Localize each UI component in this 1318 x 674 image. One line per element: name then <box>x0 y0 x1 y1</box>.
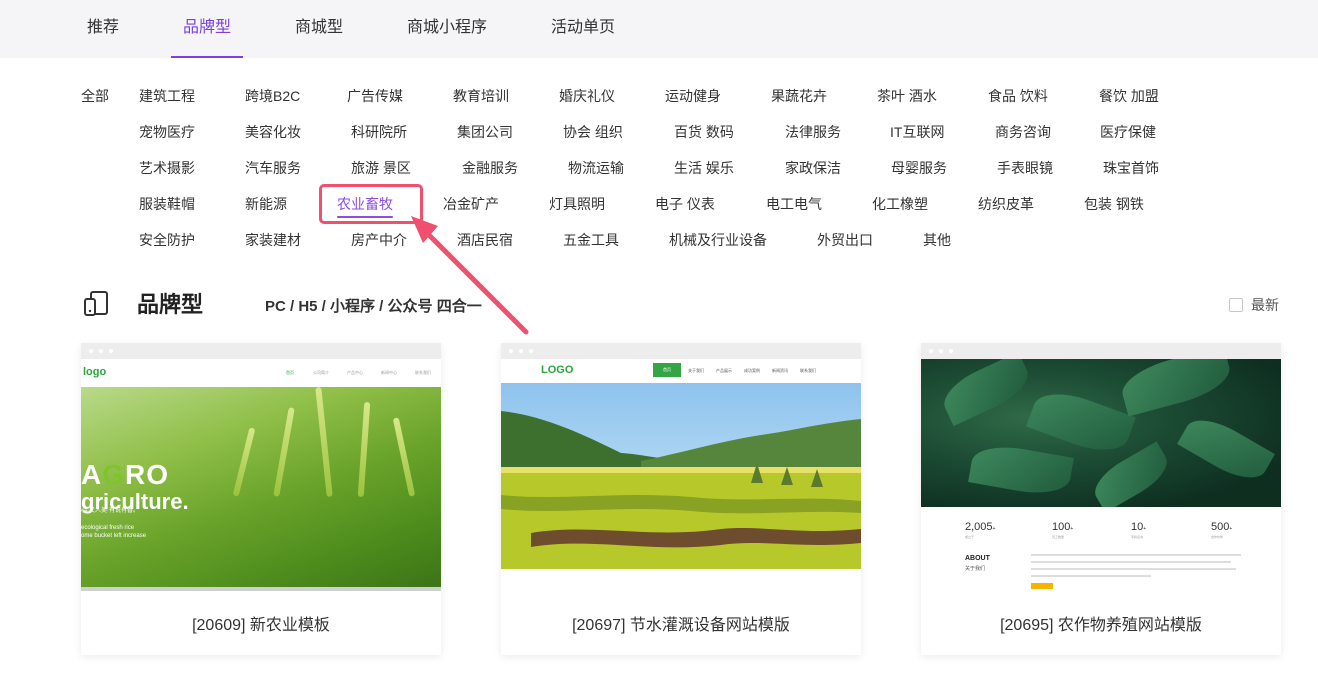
stat-item: 10+ 专利证书 <box>1131 521 1147 539</box>
category-item[interactable]: 科研院所 <box>351 123 407 141</box>
template-card[interactable]: logo 首页 公司简介 产品中心 新闻中心 联系我们 AGRO gricult… <box>81 343 441 655</box>
category-item[interactable]: 家装建材 <box>245 231 301 249</box>
category-item[interactable]: 母婴服务 <box>891 159 947 177</box>
sort-newest[interactable]: 最新 <box>1229 295 1279 315</box>
wheat-image: AGRO griculture. 心·又人美·有说有香。 ecological … <box>81 386 441 587</box>
template-caption[interactable]: [20697] 节水灌溉设备网站模版 <box>501 611 861 635</box>
category-item[interactable]: 其他 <box>923 231 951 249</box>
category-item[interactable]: 食品 饮料 <box>988 87 1048 105</box>
category-item[interactable]: 珠宝首饰 <box>1103 159 1159 177</box>
terraced-fields-image <box>501 383 861 569</box>
template-thumbnail: LOGO 首页 关于我们 产品展示 成功案例 新闻资讯 联系我们 <box>501 359 861 591</box>
category-item[interactable]: 包装 钢铁 <box>1084 195 1144 213</box>
category-item[interactable]: 商务咨询 <box>995 123 1051 141</box>
category-item[interactable]: 教育培训 <box>453 87 509 105</box>
category-item[interactable]: 艺术摄影 <box>139 159 195 177</box>
category-item[interactable]: IT互联网 <box>890 123 944 141</box>
template-caption[interactable]: [20609] 新农业模板 <box>81 611 441 635</box>
tab-mall[interactable]: 商城型 <box>295 0 343 58</box>
category-item[interactable]: 电子 仪表 <box>655 195 715 213</box>
category-item[interactable]: 百货 数码 <box>674 123 734 141</box>
category-all[interactable]: 全部 <box>81 87 109 105</box>
category-item[interactable]: 集团公司 <box>457 123 513 141</box>
category-item[interactable]: 外贸出口 <box>817 231 873 249</box>
tab-recommend[interactable]: 推荐 <box>87 0 119 58</box>
category-item[interactable]: 旅游 景区 <box>351 159 411 177</box>
tab-event-page[interactable]: 活动单页 <box>551 0 615 58</box>
category-item[interactable]: 婚庆礼仪 <box>559 87 615 105</box>
category-item[interactable]: 家政保洁 <box>785 159 841 177</box>
category-item[interactable]: 运动健身 <box>665 87 721 105</box>
stat-item: 500+ 合作伙伴 <box>1211 521 1233 539</box>
category-item[interactable]: 汽车服务 <box>245 159 301 177</box>
top-tab-bar: 推荐 品牌型 商城型 商城小程序 活动单页 <box>0 0 1318 58</box>
category-item[interactable]: 跨境B2C <box>245 87 300 105</box>
section-subtitle: PC / H5 / 小程序 / 公众号 四合一 <box>265 298 482 315</box>
section-title: 品牌型 <box>137 292 204 317</box>
devices-icon <box>84 291 108 316</box>
stat-item: 2,005+ 成立于 <box>965 521 996 539</box>
category-item[interactable]: 物流运输 <box>568 159 624 177</box>
category-item[interactable]: 冶金矿产 <box>443 195 499 213</box>
category-item[interactable]: 灯具照明 <box>549 195 605 213</box>
category-item[interactable]: 新能源 <box>245 195 287 213</box>
category-item[interactable]: 酒店民宿 <box>457 231 513 249</box>
browser-bar <box>81 343 441 359</box>
category-item[interactable]: 宠物医疗 <box>139 123 195 141</box>
category-item[interactable]: 医疗保健 <box>1100 123 1156 141</box>
stat-item: 100+ 员工数量 <box>1052 521 1074 539</box>
category-item[interactable]: 生活 娱乐 <box>674 159 734 177</box>
category-item[interactable]: 房产中介 <box>351 231 407 249</box>
sort-label: 最新 <box>1251 297 1279 313</box>
thumb-logo: LOGO <box>541 364 574 376</box>
category-item[interactable]: 金融服务 <box>462 159 518 177</box>
category-item[interactable]: 茶叶 酒水 <box>877 87 937 105</box>
sort-checkbox[interactable] <box>1229 298 1243 312</box>
browser-bar <box>921 343 1281 359</box>
category-item[interactable]: 果蔬花卉 <box>771 87 827 105</box>
category-item[interactable]: 化工橡塑 <box>872 195 928 213</box>
thumb-headline: AGRO <box>81 459 170 490</box>
category-item[interactable]: 电工电气 <box>766 195 822 213</box>
category-item[interactable]: 纺织皮革 <box>978 195 1034 213</box>
tab-mall-miniprogram[interactable]: 商城小程序 <box>407 0 487 58</box>
category-item[interactable]: 协会 组织 <box>563 123 623 141</box>
category-item[interactable]: 安全防护 <box>139 231 195 249</box>
category-item[interactable]: 建筑工程 <box>139 87 195 105</box>
template-card[interactable]: 2,005+ 成立于 100+ 员工数量 10+ 专利证书 500+ 合作伙伴 ABOU… <box>921 343 1281 655</box>
category-item[interactable]: 法律服务 <box>785 123 841 141</box>
browser-bar <box>501 343 861 359</box>
template-thumbnail: logo 首页 公司简介 产品中心 新闻中心 联系我们 AGRO gricult… <box>81 359 441 591</box>
category-item[interactable]: 服装鞋帽 <box>139 195 195 213</box>
template-card[interactable]: LOGO 首页 关于我们 产品展示 成功案例 新闻资讯 联系我们 [20697]… <box>501 343 861 655</box>
thumb-logo: logo <box>83 366 107 378</box>
category-item[interactable]: 美容化妆 <box>245 123 301 141</box>
category-item[interactable]: 餐饮 加盟 <box>1099 87 1159 105</box>
highlight-box <box>319 184 423 224</box>
leaves-image <box>921 359 1281 507</box>
category-item[interactable]: 广告传媒 <box>347 87 403 105</box>
template-caption[interactable]: [20695] 农作物养殖网站模版 <box>921 611 1281 635</box>
category-item[interactable]: 手表眼镜 <box>997 159 1053 177</box>
template-thumbnail: 2,005+ 成立于 100+ 员工数量 10+ 专利证书 500+ 合作伙伴 ABOU… <box>921 359 1281 591</box>
tab-brand[interactable]: 品牌型 <box>170 0 244 58</box>
category-item[interactable]: 机械及行业设备 <box>669 231 767 249</box>
category-item[interactable]: 五金工具 <box>563 231 619 249</box>
